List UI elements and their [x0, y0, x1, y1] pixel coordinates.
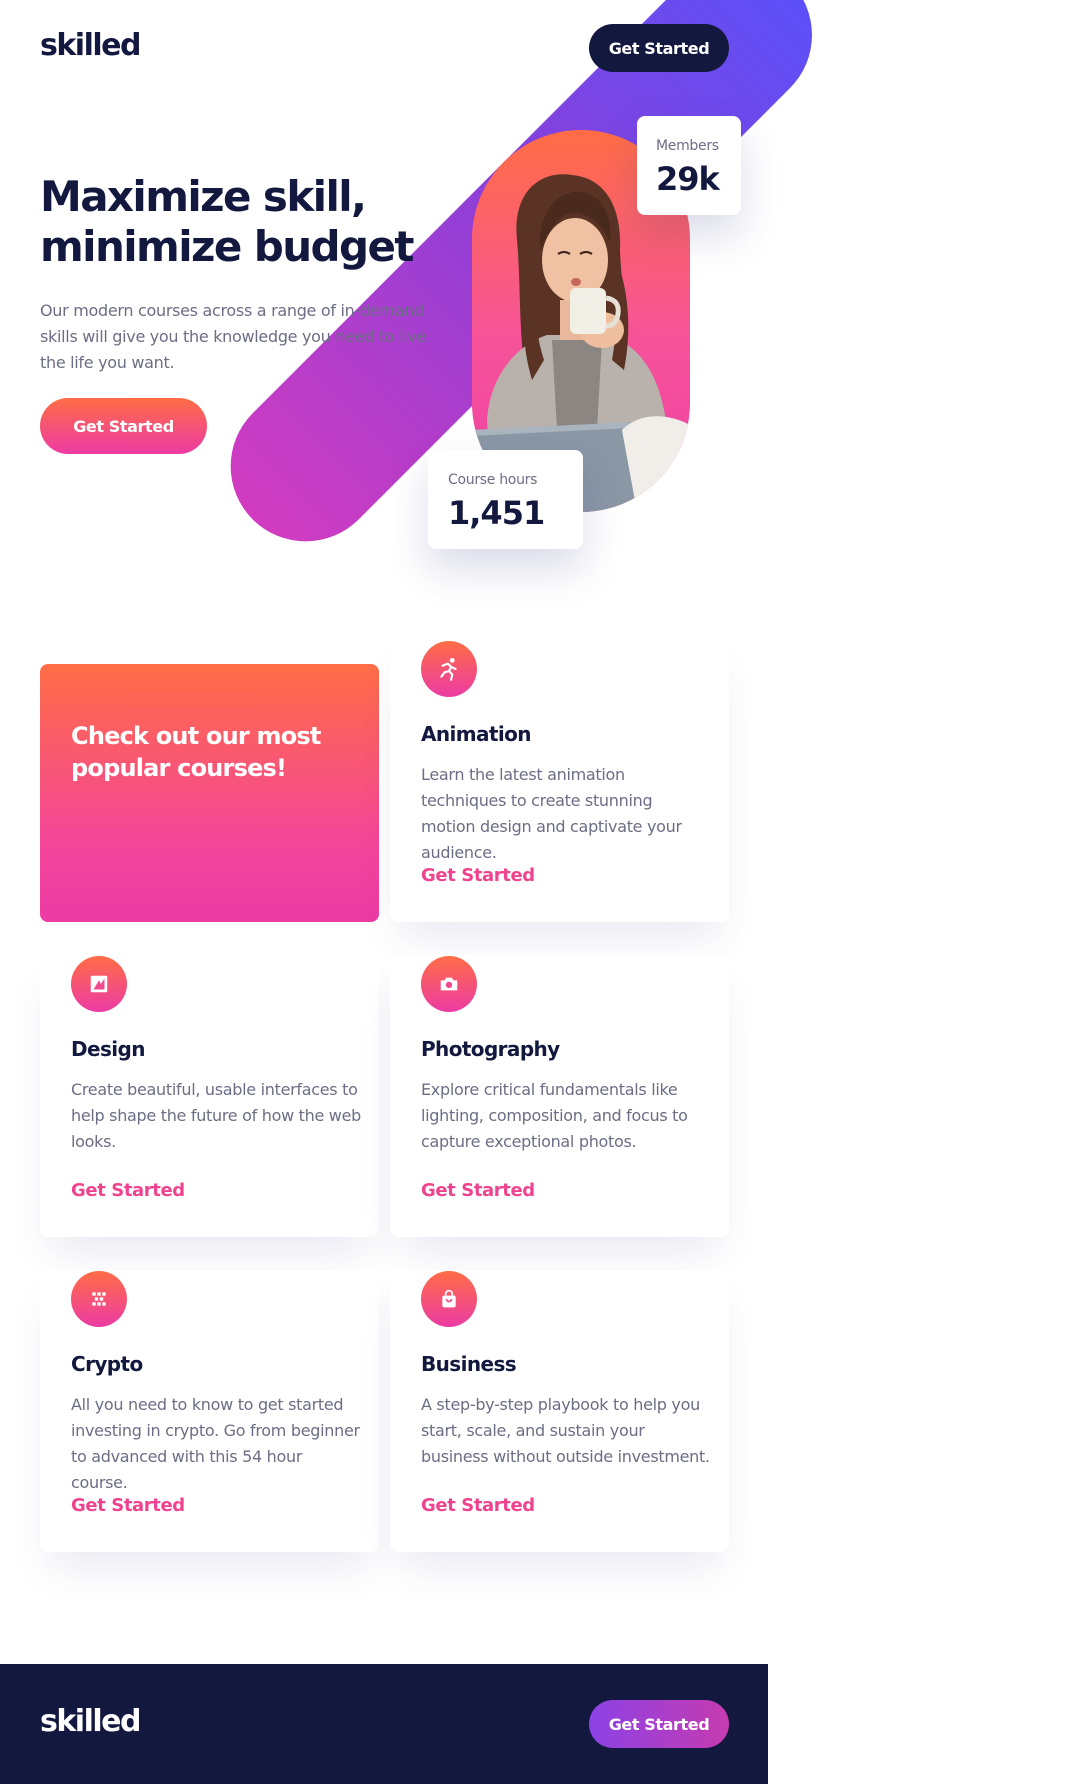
course-card-design: Design Create beautiful, usable interfac…: [40, 955, 379, 1237]
shopping-bag-icon: [421, 1271, 477, 1327]
popular-courses-title: Check out our most popular courses!: [71, 722, 321, 782]
course-hours-stat-card: Course hours 1,451: [428, 450, 583, 549]
camera-icon: [421, 956, 477, 1012]
footer-get-started-button[interactable]: Get Started: [589, 1700, 729, 1748]
course-get-started-link[interactable]: Get Started: [71, 1495, 185, 1516]
course-description: All you need to know to get started inve…: [71, 1395, 360, 1492]
hero-description: Our modern courses across a range of in-…: [40, 301, 427, 372]
course-description: Create beautiful, usable interfaces to h…: [71, 1080, 361, 1151]
course-title: Photography: [421, 1037, 560, 1061]
footer-logo[interactable]: skilled: [40, 1704, 141, 1739]
course-get-started-link[interactable]: Get Started: [71, 1180, 185, 1201]
course-title: Animation: [421, 722, 532, 746]
course-title: Crypto: [71, 1352, 143, 1376]
crypto-icon: [71, 1271, 127, 1327]
course-card-crypto: Crypto All you need to know to get start…: [40, 1270, 379, 1552]
members-stat-card: Members 29k: [637, 116, 741, 215]
course-get-started-link[interactable]: Get Started: [421, 865, 535, 886]
members-label: Members: [656, 138, 719, 154]
header-get-started-button[interactable]: Get Started: [589, 24, 729, 72]
course-card-animation: Animation Learn the latest animation tec…: [390, 640, 729, 922]
course-get-started-link[interactable]: Get Started: [421, 1495, 535, 1516]
course-get-started-link[interactable]: Get Started: [421, 1180, 535, 1201]
course-card-photography: Photography Explore critical fundamental…: [390, 955, 729, 1237]
hero-title: Maximize skill, minimize budget: [40, 172, 414, 271]
footer: skilled Get Started: [0, 1664, 768, 1784]
course-card-business: Business A step-by-step playbook to help…: [390, 1270, 729, 1552]
course-title: Design: [71, 1037, 145, 1061]
design-icon: [71, 956, 127, 1012]
popular-courses-banner: Check out our most popular courses!: [40, 664, 379, 922]
course-hours-label: Course hours: [448, 472, 538, 488]
running-icon: [421, 641, 477, 697]
course-description: Learn the latest animation techniques to…: [421, 765, 682, 862]
course-title: Business: [421, 1352, 517, 1376]
course-description: Explore critical fundamentals like light…: [421, 1080, 688, 1151]
hero-get-started-button[interactable]: Get Started: [40, 398, 207, 454]
members-value: 29k: [656, 160, 720, 198]
course-description: A step-by-step playbook to help you star…: [421, 1395, 710, 1466]
course-hours-value: 1,451: [448, 494, 545, 532]
